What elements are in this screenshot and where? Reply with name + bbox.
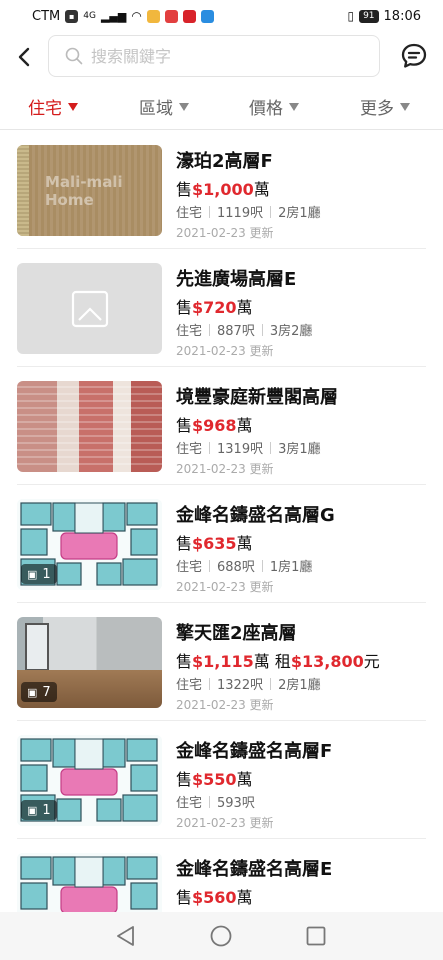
listing-date: 2021-02-23 更新 [176,344,274,358]
caret-down-icon [179,102,189,111]
listing-photo: ▣ 1 [17,499,162,590]
filter-property-type[interactable]: 住宅 [28,94,78,119]
listing-meta: 住宅 1322呎 2房1廳 [176,678,321,693]
filter-bar: 住宅 區域 價格 更多 [0,84,443,130]
listing-meta: 住宅 887呎 3房2廳 [176,324,313,339]
listing-item[interactable]: ▣ 7 擎天匯2座高層 售$1,115萬 租$13,800元 住宅 1322呎 2房… [17,603,426,721]
listing-date: 2021-02-23 更新 [176,462,274,476]
search-header [0,32,443,82]
floor-plan-image [17,853,162,912]
listing-item[interactable]: 金峰名鑄盛名高層E 售$560萬 [17,839,426,912]
carrier-label: CTM [32,8,61,24]
building-photo [17,381,162,472]
app-icon-4 [200,9,214,23]
listing-item[interactable]: ▣ 1 金峰名鑄盛名高層G 售$635萬 住宅 688呎 1房1廳 2021-02-… [17,485,426,603]
listing-meta: 住宅 688呎 1房1廳 [176,560,313,575]
listing-title: 先進廣場高層E [176,269,297,290]
listing-photo [17,853,162,912]
listing-title: 金峰名鑄盛名高層E [176,859,333,880]
listing-photo [17,381,162,472]
clock: 18:06 [383,8,421,24]
photo-count-badge: ▣ 1 [21,800,57,820]
listing-item[interactable]: 先進廣場高層E 售$720萬 住宅 887呎 3房2廳 2021-02-23 更新 [17,249,426,367]
search-icon [65,47,83,65]
listing-photo: Mali-mali Home [17,145,162,236]
listing-meta: 住宅 593呎 [176,796,255,811]
system-nav-bar [0,912,443,960]
listing-title: 濠珀2高層F [176,151,273,172]
listing-item[interactable]: ▣ 1 金峰名鑄盛名高層F 售$550萬 住宅 593呎 2021-02-23 更… [17,721,426,839]
listing-price: 售$550萬 [176,770,253,789]
listing-date: 2021-02-23 更新 [176,816,274,830]
back-arrow-icon [18,47,30,67]
listing-price: 售$720萬 [176,298,253,317]
volte-icon: ▪ [65,9,79,23]
filter-more[interactable]: 更多 [360,94,410,119]
search-input[interactable] [91,46,341,66]
chat-bubble-icon [401,43,427,68]
caret-down-icon [68,102,78,111]
listing-date: 2021-02-23 更新 [176,698,274,712]
listing-meta: 住宅 1119呎 2房1廳 [176,206,321,221]
listing-price: 售$968萬 [176,416,253,435]
filter-label: 更多 [360,99,394,119]
triangle-back-icon [117,926,134,946]
photo-count-badge: ▣ 1 [21,564,57,584]
listing-price: 售$560萬 [176,888,253,907]
filter-price[interactable]: 價格 [249,94,299,119]
image-icon: ▣ [27,685,38,699]
wifi-icon: ◠ [131,9,142,23]
search-box[interactable] [48,35,380,77]
listing-photo: ▣ 1 [17,735,162,826]
filter-label: 區域 [139,99,173,119]
circle-home-icon [210,925,232,947]
status-left: CTM ▪ 4G ▂▄▆ ◠ [32,9,214,24]
status-bar: CTM ▪ 4G ▂▄▆ ◠ ▯ 91 18:06 [0,0,443,32]
battery-icon: 91 [359,9,379,23]
listing-title: 境豐豪庭新豐閣高層 [176,387,338,408]
filter-district[interactable]: 區域 [139,94,189,119]
nav-home-button[interactable] [209,924,233,948]
network-label: 4G [83,11,96,21]
app-icon-3 [182,9,196,23]
listing-title: 擎天匯2座高層 [176,623,297,644]
listing-title: 金峰名鑄盛名高層G [176,505,335,526]
listing-title: 金峰名鑄盛名高層F [176,741,333,762]
signal-icon: ▂▄▆ [100,9,127,23]
chat-button[interactable] [398,40,430,72]
listing-price: 售$1,000萬 [176,180,270,199]
square-recents-icon [306,926,326,946]
vibrate-icon: ▯ [347,9,355,23]
back-button[interactable] [2,35,46,79]
listing-item[interactable]: 境豐豪庭新豐閣高層 售$968萬 住宅 1319呎 3房1廳 2021-02-23 … [17,367,426,485]
listing-meta: 住宅 1319呎 3房1廳 [176,442,321,457]
listing-price: 售$635萬 [176,534,253,553]
listing-date: 2021-02-23 更新 [176,580,274,594]
status-right: ▯ 91 18:06 [347,9,421,24]
nav-recents-button[interactable] [304,924,328,948]
listing-photo: ▣ 7 [17,617,162,708]
caret-down-icon [289,102,299,111]
listing-item[interactable]: Mali-mali Home 濠珀2高層F 售$1,000萬 住宅 1119呎 2房… [17,131,426,249]
photo-count-badge: ▣ 7 [21,682,57,702]
image-icon: ▣ [27,803,38,817]
image-icon: ▣ [27,567,38,581]
app-icon-2 [164,9,178,23]
filter-label: 價格 [249,99,283,119]
image-placeholder-icon [71,290,108,327]
nav-back-button[interactable] [114,924,138,948]
listing-price: 售$1,115萬 租$13,800元 [176,652,380,671]
app-icon-1 [146,9,160,23]
listing-photo [17,263,162,354]
listing-date: 2021-02-23 更新 [176,226,274,240]
listing-list: Mali-mali Home 濠珀2高層F 售$1,000萬 住宅 1119呎 2房… [0,131,443,912]
caret-down-icon [400,102,410,111]
filter-label: 住宅 [28,99,62,119]
